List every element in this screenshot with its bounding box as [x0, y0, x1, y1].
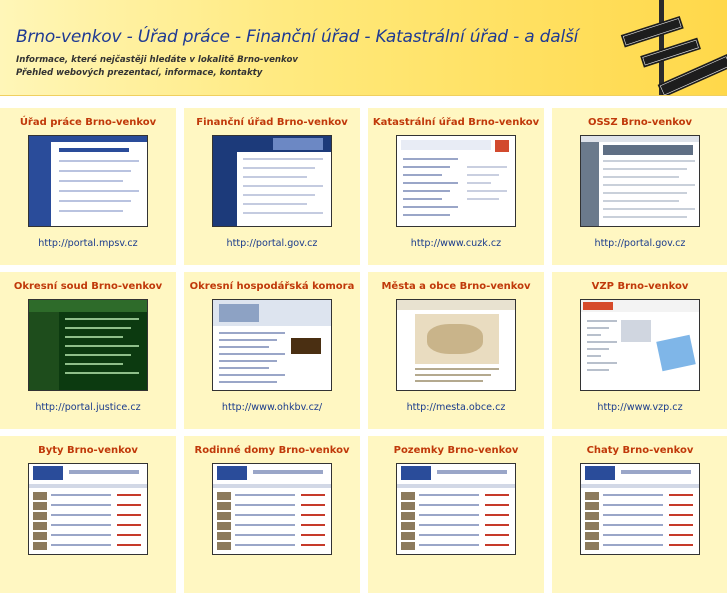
site-thumbnail-image[interactable]	[28, 463, 148, 555]
link-card: Rodinné domy Brno-venkov	[184, 436, 360, 593]
card-url-link[interactable]: http://portal.justice.cz	[0, 402, 176, 413]
link-card: Města a obce Brno-venkov http://mesta.obc…	[368, 272, 544, 429]
card-title[interactable]: Finanční úřad Brno-venkov	[184, 117, 360, 128]
card-title[interactable]: Města a obce Brno-venkov	[368, 281, 544, 292]
site-header: Brno-venkov - Úřad práce - Finanční úřad…	[0, 0, 727, 96]
site-thumbnail-image[interactable]	[396, 463, 516, 555]
site-thumbnail-image[interactable]	[396, 135, 516, 227]
card-title[interactable]: Okresní hospodářská komora	[184, 281, 360, 292]
site-thumbnail-image[interactable]	[396, 299, 516, 391]
card-title[interactable]: VZP Brno-venkov	[552, 281, 727, 292]
site-thumbnail-image[interactable]	[580, 299, 700, 391]
link-card: VZP Brno-venkov http://www.vzp.cz	[552, 272, 727, 429]
card-url-link[interactable]: http://portal.gov.cz	[552, 238, 727, 249]
link-card: Katastrální úřad Brno-venkov http://www.c…	[368, 108, 544, 265]
site-title: Brno-venkov - Úřad práce - Finanční úřad…	[16, 27, 579, 47]
link-card: Finanční úřad Brno-venkov http://portal.g…	[184, 108, 360, 265]
card-url-link[interactable]: http://www.ohkbv.cz/	[184, 402, 360, 413]
site-thumbnail-image[interactable]	[580, 135, 700, 227]
card-url-link[interactable]: http://www.cuzk.cz	[368, 238, 544, 249]
card-title[interactable]: Úřad práce Brno-venkov	[0, 117, 176, 128]
card-url-link[interactable]: http://portal.gov.cz	[184, 238, 360, 249]
site-thumbnail-image[interactable]	[212, 299, 332, 391]
link-card: Byty Brno-venkov	[0, 436, 176, 593]
card-url-link[interactable]: http://mesta.obce.cz	[368, 402, 544, 413]
card-title[interactable]: Katastrální úřad Brno-venkov	[368, 117, 544, 128]
street-sign-image	[620, 0, 727, 95]
site-subtitle-overview: Přehled webových prezentací, informace, …	[16, 68, 263, 78]
card-title[interactable]: OSSZ Brno-venkov	[552, 117, 727, 128]
link-card: Chaty Brno-venkov	[552, 436, 727, 593]
site-thumbnail-image[interactable]	[28, 299, 148, 391]
link-card: Pozemky Brno-venkov	[368, 436, 544, 593]
link-card: Okresní soud Brno-venkov http://portal.ju…	[0, 272, 176, 429]
card-title[interactable]: Okresní soud Brno-venkov	[0, 281, 176, 292]
link-card: OSSZ Brno-venkov http://portal.gov.cz	[552, 108, 727, 265]
site-thumbnail-image[interactable]	[212, 463, 332, 555]
site-thumbnail-image[interactable]	[580, 463, 700, 555]
card-title[interactable]: Rodinné domy Brno-venkov	[184, 445, 360, 456]
card-title[interactable]: Pozemky Brno-venkov	[368, 445, 544, 456]
site-thumbnail-image[interactable]	[28, 135, 148, 227]
site-thumbnail-image[interactable]	[212, 135, 332, 227]
card-title[interactable]: Chaty Brno-venkov	[552, 445, 727, 456]
card-title[interactable]: Byty Brno-venkov	[0, 445, 176, 456]
site-subtitle-info: Informace, které nejčastěji hledáte v lo…	[16, 55, 298, 65]
card-url-link[interactable]: http://www.vzp.cz	[552, 402, 727, 413]
link-card: Úřad práce Brno-venkov http://portal.mpsv…	[0, 108, 176, 265]
card-url-link[interactable]: http://portal.mpsv.cz	[0, 238, 176, 249]
link-card: Okresní hospodářská komora http://www.ohk…	[184, 272, 360, 429]
